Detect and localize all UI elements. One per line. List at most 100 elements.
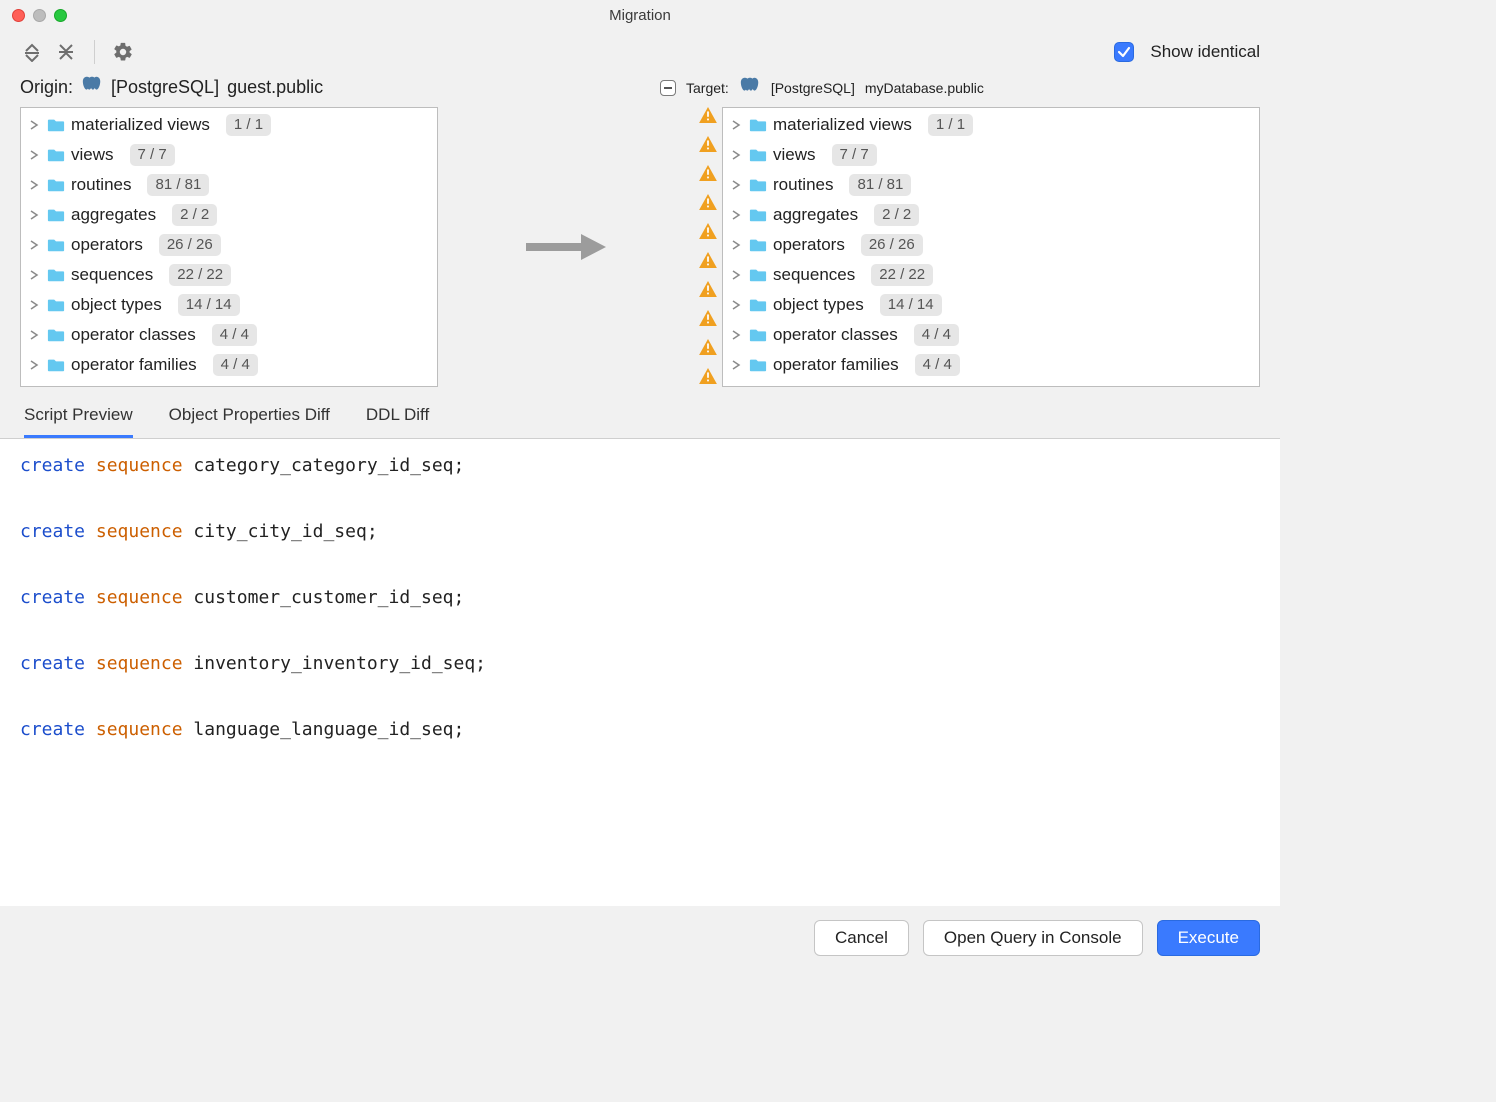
open-console-button[interactable]: Open Query in Console: [923, 920, 1143, 956]
chevron-right-icon: [27, 270, 41, 280]
postgres-icon: [739, 75, 761, 100]
tree-item-aggregates[interactable]: aggregates2 / 2: [723, 200, 1259, 230]
footer-buttons: Cancel Open Query in Console Execute: [0, 906, 1280, 970]
warning-icon: [699, 107, 717, 126]
tree-item-label: sequences: [71, 265, 153, 285]
window-controls: [12, 9, 67, 22]
warning-icon: [699, 165, 717, 184]
cancel-button[interactable]: Cancel: [814, 920, 909, 956]
chevron-right-icon: [27, 180, 41, 190]
origin-header: Origin: [PostgreSQL] guest.public: [20, 74, 510, 101]
minimize-icon[interactable]: [33, 9, 46, 22]
folder-icon: [47, 117, 65, 133]
count-badge: 4 / 4: [213, 354, 258, 376]
script-editor[interactable]: create sequence category_category_id_seq…: [0, 439, 1280, 906]
tree-item-materialized-views[interactable]: materialized views1 / 1: [723, 110, 1259, 140]
postgres-icon: [81, 74, 103, 101]
chevron-right-icon: [27, 150, 41, 160]
tree-item-materialized-views[interactable]: materialized views1 / 1: [21, 110, 437, 140]
origin-path: guest.public: [227, 77, 323, 98]
folder-icon: [47, 147, 65, 163]
tree-item-sequences[interactable]: sequences22 / 22: [723, 260, 1259, 290]
tree-item-label: operators: [773, 235, 845, 255]
tree-item-operators[interactable]: operators 26 / 26: [21, 230, 437, 260]
tree-item-object-types[interactable]: object types14 / 14: [723, 290, 1259, 320]
chevron-right-icon: [27, 210, 41, 220]
tree-item-operator-classes[interactable]: operator classes4 / 4: [723, 320, 1259, 350]
chevron-right-icon: [27, 120, 41, 130]
count-badge: 26 / 26: [159, 234, 221, 256]
count-badge: 26 / 26: [861, 234, 923, 256]
tree-item-operators[interactable]: operators 26 / 26: [723, 230, 1259, 260]
tree-item-views[interactable]: views7 / 7: [723, 140, 1259, 170]
tree-item-label: operators: [71, 235, 143, 255]
toolbar: Show identical: [0, 30, 1280, 74]
tab-object-properties-diff[interactable]: Object Properties Diff: [169, 405, 330, 438]
tree-item-operator-classes[interactable]: operator classes4 / 4: [21, 320, 437, 350]
toolbar-separator: [94, 40, 95, 64]
chevron-right-icon: [729, 180, 743, 190]
tab-script-preview[interactable]: Script Preview: [24, 405, 133, 438]
tree-item-object-types[interactable]: object types14 / 14: [21, 290, 437, 320]
count-badge: 22 / 22: [169, 264, 231, 286]
tree-item-operator-families[interactable]: operator families4 / 4: [21, 350, 437, 380]
collapse-all-button[interactable]: [54, 40, 78, 64]
count-badge: 14 / 14: [880, 294, 942, 316]
tabs-bar: Script Preview Object Properties Diff DD…: [0, 387, 1280, 439]
chevron-right-icon: [27, 360, 41, 370]
folder-icon: [47, 357, 65, 373]
tree-item-label: routines: [773, 175, 833, 195]
folder-icon: [749, 147, 767, 163]
expand-all-button[interactable]: [20, 40, 44, 64]
warning-icon: [699, 136, 717, 155]
target-select-checkbox[interactable]: [660, 80, 676, 96]
tree-item-routines[interactable]: routines81 / 81: [21, 170, 437, 200]
origin-db-type: [PostgreSQL]: [111, 77, 219, 98]
sql-line: create sequence customer_customer_id_seq…: [20, 581, 1280, 614]
folder-icon: [749, 357, 767, 373]
tree-item-label: aggregates: [71, 205, 156, 225]
tree-item-label: views: [773, 145, 816, 165]
tree-item-label: operator families: [773, 355, 899, 375]
warning-icon: [699, 252, 717, 271]
folder-icon: [47, 207, 65, 223]
close-icon[interactable]: [12, 9, 25, 22]
origin-tree[interactable]: foreign tables1 / 1materialized views1 /…: [20, 107, 438, 387]
tree-item-routines[interactable]: routines81 / 81: [723, 170, 1259, 200]
tree-item-label: materialized views: [71, 115, 210, 135]
tree-item-views[interactable]: views7 / 7: [21, 140, 437, 170]
titlebar: Migration: [0, 0, 1280, 30]
tree-item-aggregates[interactable]: aggregates2 / 2: [21, 200, 437, 230]
folder-icon: [47, 267, 65, 283]
count-badge: 1 / 1: [928, 114, 973, 136]
arrow-right-icon: [521, 232, 611, 262]
tab-ddl-diff[interactable]: DDL Diff: [366, 405, 429, 438]
trees-wrap: foreign tables1 / 1materialized views1 /…: [0, 107, 1280, 387]
count-badge: 7 / 7: [130, 144, 175, 166]
warning-icon: [699, 310, 717, 329]
tree-item-sequences[interactable]: sequences 22 / 22: [21, 260, 437, 290]
warning-icon: [699, 223, 717, 242]
chevron-right-icon: [27, 240, 41, 250]
zoom-icon[interactable]: [54, 9, 67, 22]
folder-icon: [47, 177, 65, 193]
settings-button[interactable]: [111, 40, 135, 64]
warning-icon: [699, 281, 717, 300]
warn-column: [694, 107, 722, 387]
chevron-right-icon: [729, 150, 743, 160]
execute-button[interactable]: Execute: [1157, 920, 1260, 956]
target-tree[interactable]: foreign tables1 / 1materialized views1 /…: [722, 107, 1260, 387]
tree-item-label: operator classes: [773, 325, 898, 345]
tree-item-label: operator classes: [71, 325, 196, 345]
arrow-column: [438, 107, 694, 387]
folder-icon: [749, 237, 767, 253]
count-badge: 22 / 22: [871, 264, 933, 286]
show-identical-checkbox[interactable]: [1114, 42, 1134, 62]
tree-item-operator-families[interactable]: operator families4 / 4: [723, 350, 1259, 380]
db-labels-row: Origin: [PostgreSQL] guest.public Target…: [0, 74, 1280, 107]
warning-icon: [699, 368, 717, 387]
sql-line: create sequence city_city_id_seq;: [20, 515, 1280, 548]
sql-line: create sequence language_language_id_seq…: [20, 713, 1280, 746]
chevron-right-icon: [729, 330, 743, 340]
chevron-right-icon: [729, 360, 743, 370]
